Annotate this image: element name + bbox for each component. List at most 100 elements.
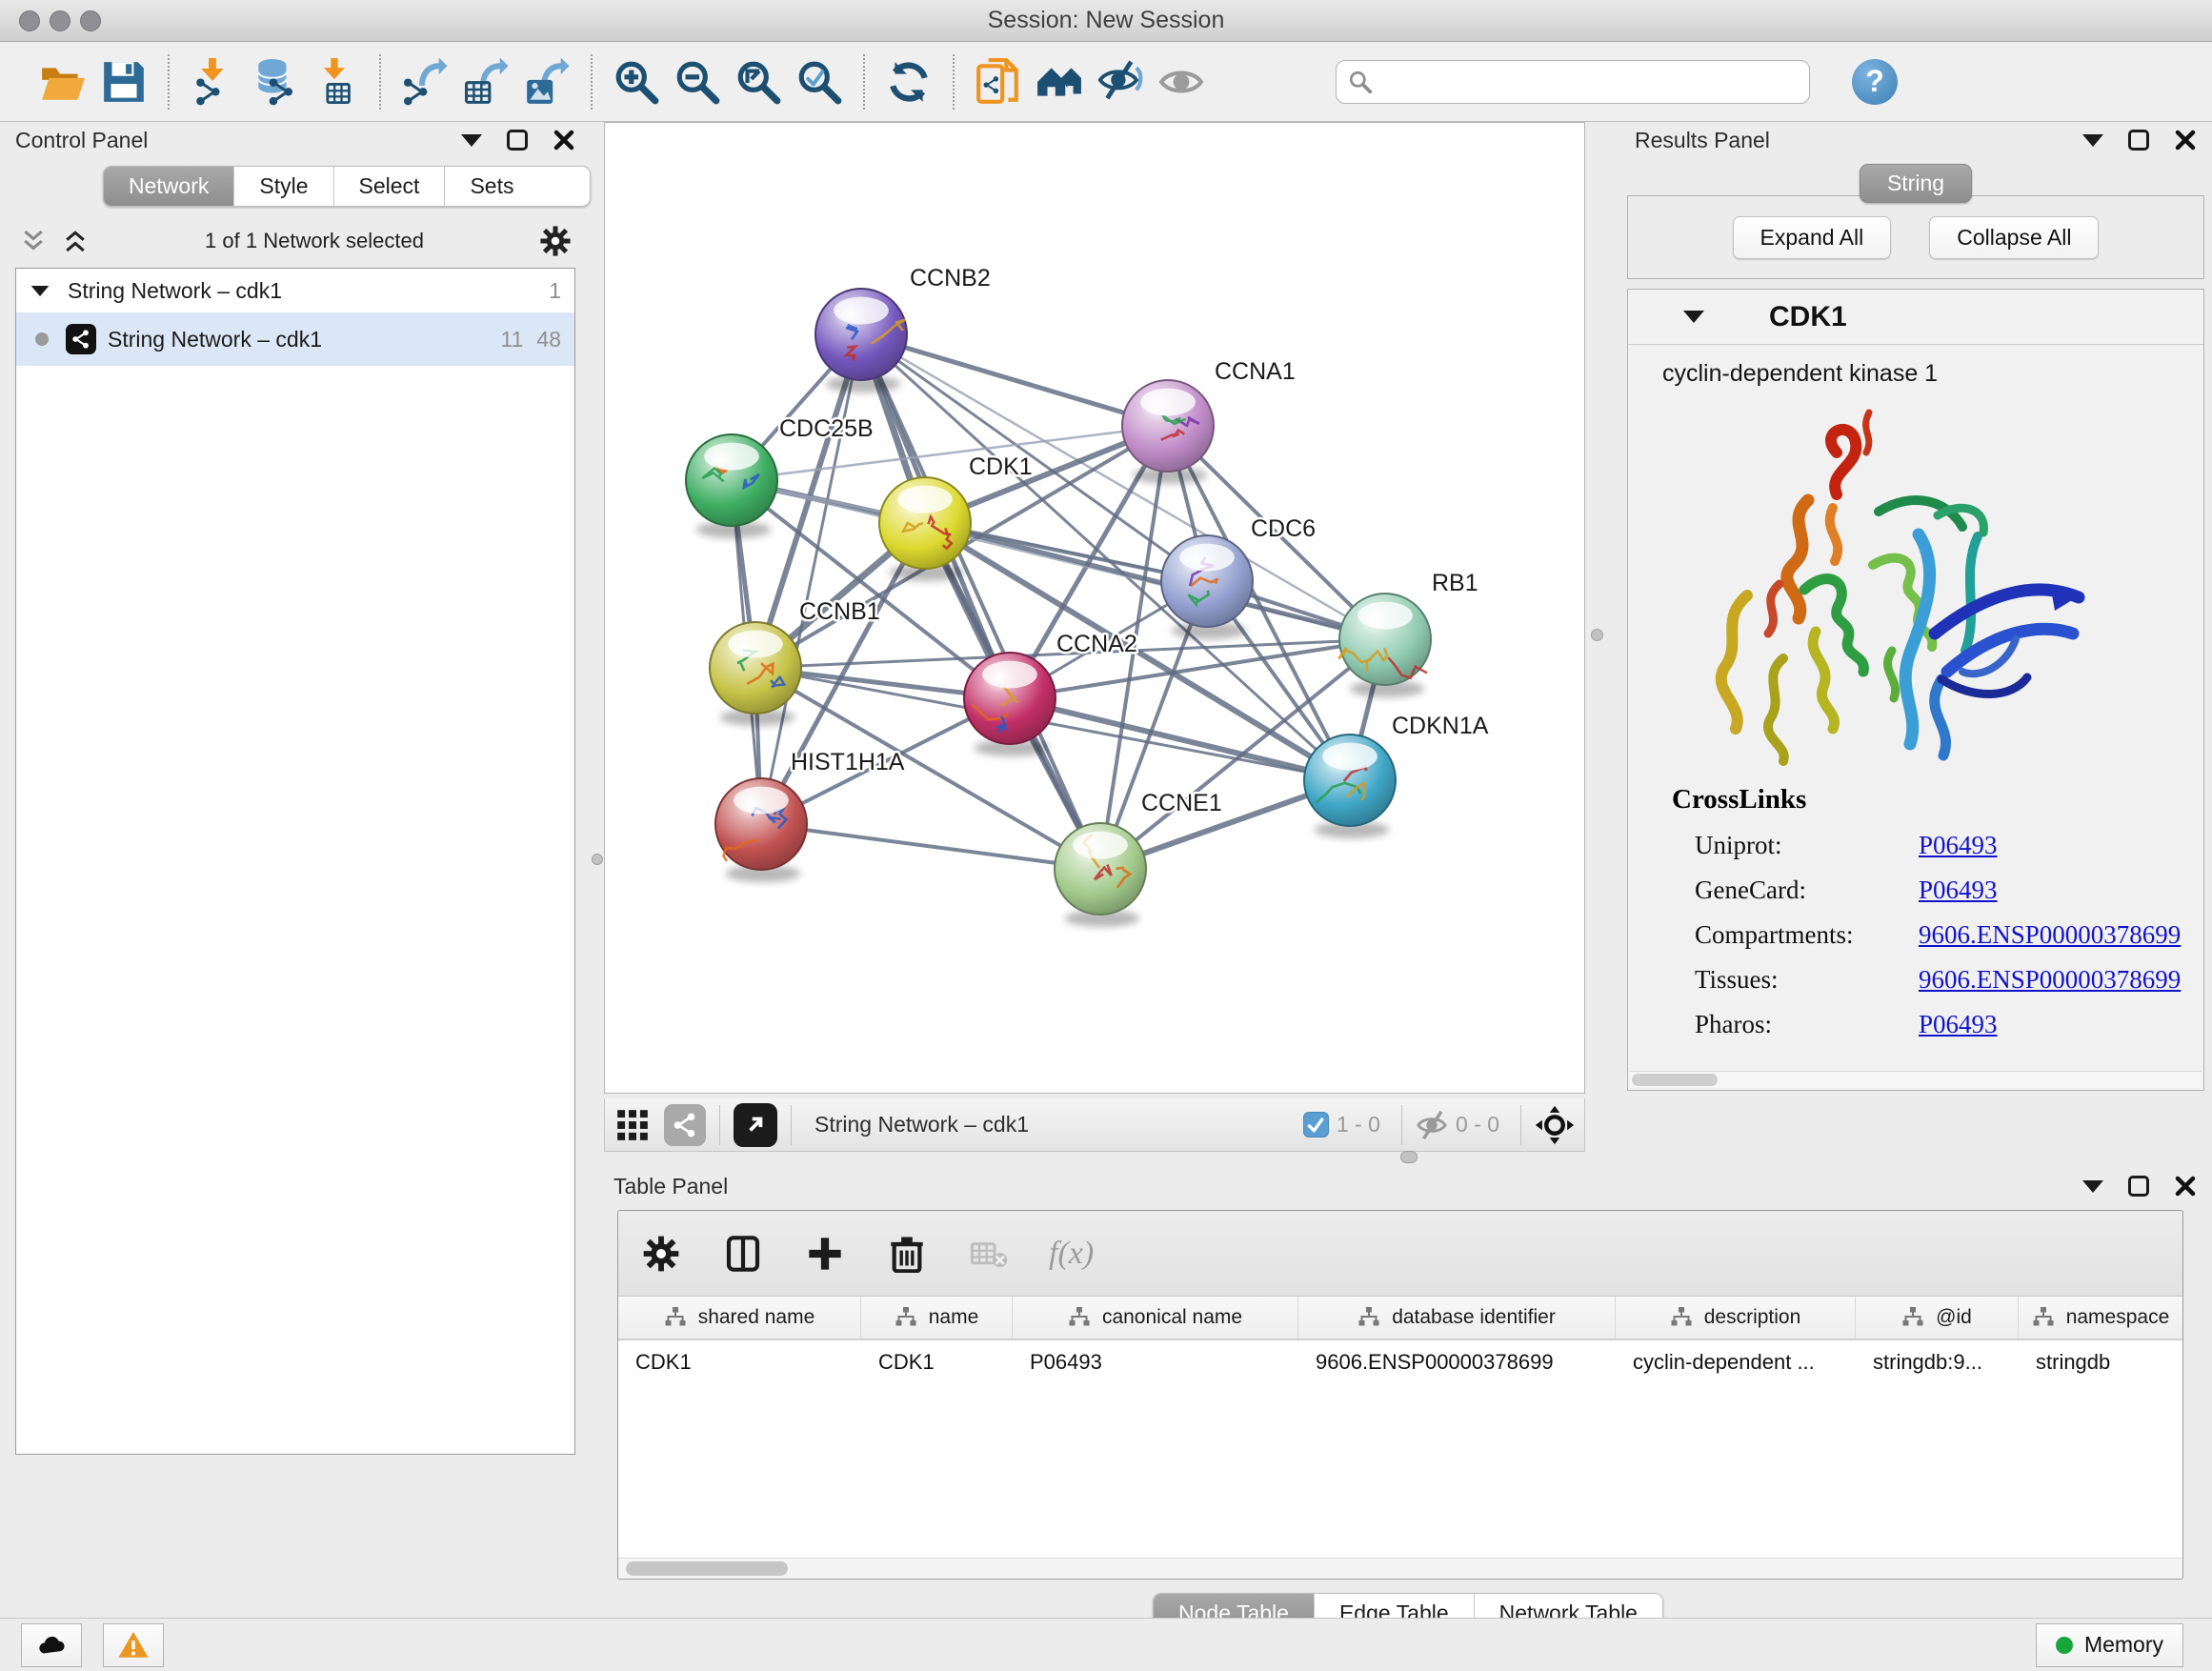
save-session-button[interactable] <box>93 53 154 111</box>
network-edge[interactable] <box>861 334 1168 426</box>
results-tab-string[interactable]: String <box>1860 164 1972 203</box>
import-network-file-button[interactable] <box>183 53 244 111</box>
import-network-database-button[interactable] <box>244 53 305 111</box>
network-edge[interactable] <box>925 523 1385 639</box>
control-panel-splitter[interactable] <box>591 122 604 1618</box>
close-panel-button[interactable] <box>2174 129 2197 151</box>
network-node-CCNB1[interactable] <box>710 622 801 726</box>
search-field[interactable] <box>1336 60 1810 104</box>
cloud-status-button[interactable] <box>21 1623 82 1667</box>
collapse-all-icon[interactable] <box>19 227 48 255</box>
help-button[interactable]: ? <box>1852 59 1898 105</box>
column-header-description[interactable]: description <box>1616 1297 1856 1339</box>
expand-all-button[interactable]: Expand All <box>1733 216 1892 259</box>
cell-shared-name[interactable]: CDK1 <box>618 1340 861 1384</box>
network-node-CDC25B[interactable] <box>686 434 777 538</box>
column-header-shared-name[interactable]: shared name <box>618 1297 861 1339</box>
zoom-out-button[interactable] <box>667 53 728 111</box>
tab-select[interactable]: Select <box>334 167 446 206</box>
zoom-in-button[interactable] <box>606 53 667 111</box>
results-panel-splitter[interactable] <box>1585 122 1619 1147</box>
crosslink-genecard[interactable]: P06493 <box>1919 876 1998 905</box>
cell-id[interactable]: stringdb:9... <box>1856 1340 2019 1384</box>
show-columns-button[interactable] <box>721 1232 765 1276</box>
column-header-canonical-name[interactable]: canonical name <box>1013 1297 1298 1339</box>
network-share-badge[interactable] <box>664 1104 706 1146</box>
zoom-selected-button[interactable] <box>789 53 850 111</box>
undock-panel-button[interactable] <box>2128 1176 2149 1197</box>
network-node-HIST1H1A[interactable] <box>715 778 807 882</box>
tab-style[interactable]: Style <box>234 167 333 206</box>
tab-network[interactable]: Network <box>104 167 234 206</box>
collapse-all-button[interactable]: Collapse All <box>1929 216 2099 259</box>
new-network-from-selection-button[interactable] <box>968 53 1029 111</box>
network-options-gear-icon[interactable] <box>539 225 572 257</box>
gene-card-header[interactable]: CDK1 <box>1628 290 2203 345</box>
undock-panel-button[interactable] <box>507 130 528 151</box>
network-edge[interactable] <box>761 824 1100 869</box>
splitter-handle[interactable] <box>1591 629 1603 641</box>
tab-sets[interactable]: Sets <box>445 167 538 206</box>
cell-database-identifier[interactable]: 9606.ENSP00000378699 <box>1298 1340 1616 1384</box>
undock-panel-button[interactable] <box>2128 130 2149 151</box>
gene-expander-icon[interactable] <box>1683 311 1704 323</box>
create-column-button[interactable] <box>803 1232 847 1276</box>
network-node-CCNE1[interactable] <box>1055 823 1146 927</box>
splitter-handle[interactable] <box>592 854 603 865</box>
delete-column-button[interactable] <box>885 1232 929 1276</box>
network-node-CDKN1A[interactable] <box>1304 735 1396 838</box>
column-header-id[interactable]: @id <box>1856 1297 2019 1339</box>
column-header-name[interactable]: name <box>861 1297 1013 1339</box>
table-horizontal-scrollbar[interactable] <box>618 1558 2182 1579</box>
crosslink-uniprot[interactable]: P06493 <box>1919 831 1998 860</box>
network-row-selected[interactable]: String Network – cdk1 11 48 <box>16 312 574 366</box>
network-collection-row[interactable]: String Network – cdk1 1 <box>16 269 574 312</box>
crosslink-pharos[interactable]: P06493 <box>1919 1010 1998 1039</box>
scrollbar-thumb[interactable] <box>626 1561 788 1576</box>
memory-button[interactable]: Memory <box>2036 1623 2183 1667</box>
splitter-handle[interactable] <box>1400 1151 1418 1163</box>
export-network-button[interactable] <box>394 53 455 111</box>
function-builder-button[interactable]: f(x) <box>1049 1236 1094 1272</box>
float-panel-button[interactable] <box>2082 1180 2103 1193</box>
network-canvas[interactable]: CCNB2CCNA1CDC25BCDK1CDC6RB1CCNB1CCNA2CDK… <box>604 122 1585 1094</box>
grid-view-icon[interactable] <box>614 1107 651 1143</box>
crosslink-compartments[interactable]: 9606.ENSP00000378699 <box>1919 920 2181 950</box>
network-node-RB1[interactable] <box>1338 594 1431 697</box>
cell-name[interactable]: CDK1 <box>861 1340 1013 1384</box>
export-image-button[interactable] <box>516 53 577 111</box>
zoom-fit-button[interactable] <box>728 53 789 111</box>
show-graphics-details-button[interactable] <box>1151 53 1212 111</box>
selected-checkbox[interactable] <box>1303 1112 1329 1137</box>
float-panel-button[interactable] <box>2082 134 2103 147</box>
open-session-button[interactable] <box>32 53 93 111</box>
warnings-button[interactable] <box>103 1623 164 1667</box>
cell-canonical-name[interactable]: P06493 <box>1013 1340 1298 1384</box>
network-node-CCNA1[interactable] <box>1122 380 1214 484</box>
column-header-namespace[interactable]: namespace <box>2019 1297 2182 1339</box>
crosslink-tissues[interactable]: 9606.ENSP00000378699 <box>1919 965 2181 995</box>
results-horizontal-scrollbar[interactable] <box>1630 1071 2202 1088</box>
network-node-CCNB2[interactable] <box>815 289 907 393</box>
collection-expander-icon[interactable] <box>31 285 50 295</box>
column-header-database-identifier[interactable]: database identifier <box>1298 1297 1616 1339</box>
import-table-button[interactable] <box>305 53 366 111</box>
cell-namespace[interactable]: stringdb <box>2019 1340 2182 1384</box>
delete-table-button[interactable] <box>967 1232 1011 1276</box>
table-row[interactable]: CDK1 CDK1 P06493 9606.ENSP00000378699 cy… <box>618 1340 2182 1384</box>
home-button[interactable] <box>1029 53 1090 111</box>
birdseye-view-button[interactable] <box>734 1103 777 1147</box>
table-options-button[interactable] <box>639 1232 683 1276</box>
hide-unhide-button[interactable] <box>1090 53 1151 111</box>
scrollbar-thumb[interactable] <box>1632 1074 1718 1086</box>
expand-all-icon[interactable] <box>61 227 90 255</box>
export-table-button[interactable] <box>455 53 516 111</box>
navigator-crosshair-icon[interactable] <box>1535 1105 1575 1145</box>
float-panel-button[interactable] <box>461 134 482 147</box>
close-panel-button[interactable] <box>553 129 575 151</box>
cell-description[interactable]: cyclin-dependent ... <box>1616 1340 1856 1384</box>
apply-layout-button[interactable] <box>878 53 939 111</box>
search-input[interactable] <box>1373 63 1809 101</box>
table-panel-splitter[interactable] <box>604 1147 2212 1168</box>
close-panel-button[interactable] <box>2174 1175 2197 1198</box>
